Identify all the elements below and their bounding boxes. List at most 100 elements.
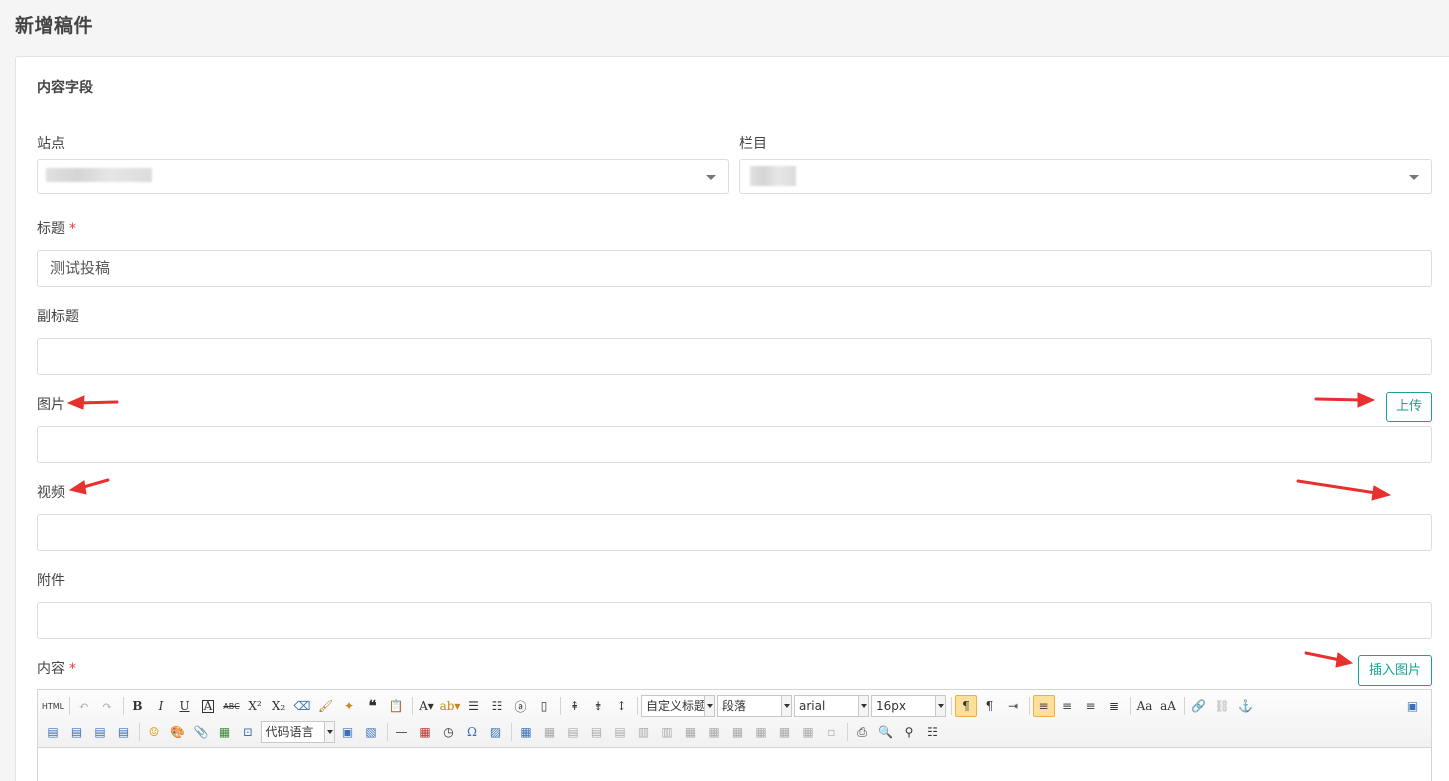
image-input[interactable] — [37, 426, 1432, 463]
line-height-icon[interactable]: ↕ — [611, 695, 633, 717]
clear-doc-icon[interactable]: ▯ — [533, 695, 555, 717]
image-none-icon[interactable]: ▤ — [42, 721, 64, 743]
indent-icon[interactable]: ⇥ — [1002, 695, 1024, 717]
rich-text-editor[interactable]: HTML ↶ ↷ B I U A ABC X² X₂ ⌫ 🖌 ✦ ❝ 📋 A▾ … — [37, 689, 1432, 781]
rtl-direction-icon[interactable]: ¶ — [979, 695, 1001, 717]
select-all-icon[interactable]: ⓐ — [510, 695, 532, 717]
subtitle-input[interactable] — [37, 338, 1432, 375]
chevron-down-icon — [323, 722, 334, 742]
video-label: 视频 — [37, 485, 65, 501]
background-color-icon[interactable]: ab▾ — [439, 695, 461, 717]
chevron-down-icon — [1409, 175, 1419, 180]
row-spacing-top-icon[interactable]: ⇞ — [564, 695, 586, 717]
site-select[interactable] — [37, 159, 729, 194]
template-icon[interactable]: ▣ — [337, 721, 359, 743]
title-input[interactable]: 测试投稿 — [37, 250, 1432, 287]
bold-icon[interactable]: B — [127, 695, 149, 717]
subscript-icon[interactable]: X₂ — [268, 695, 290, 717]
custom-heading-select[interactable]: 自定义标题 — [641, 695, 715, 717]
merge-cells-icon[interactable]: ▦ — [680, 721, 702, 743]
upload-button[interactable]: 上传 — [1386, 392, 1432, 422]
align-justify-icon[interactable]: ≣ — [1103, 695, 1125, 717]
superscript-icon[interactable]: X² — [244, 695, 266, 717]
insert-row-icon[interactable]: ▤ — [586, 721, 608, 743]
toolbar-separator — [122, 697, 124, 715]
delete-row-icon[interactable]: ▤ — [609, 721, 631, 743]
special-char-icon[interactable]: Ω — [461, 721, 483, 743]
image-right-icon[interactable]: ▤ — [89, 721, 111, 743]
format-brush-icon[interactable]: 🖌 — [315, 695, 337, 717]
chart-icon[interactable]: ▫ — [821, 721, 843, 743]
insert-paragraph-before-table-icon[interactable]: ▤ — [562, 721, 584, 743]
merge-down-icon[interactable]: ▦ — [727, 721, 749, 743]
font-family-select[interactable]: arial — [794, 695, 869, 717]
font-border-icon[interactable]: A — [197, 695, 219, 717]
ordered-list-icon[interactable]: ☰ — [463, 695, 485, 717]
title-label: 标题 * — [37, 218, 76, 238]
align-left-icon[interactable]: ≡ — [1032, 695, 1055, 717]
font-size-select[interactable]: 16px — [871, 695, 946, 717]
attachment-input[interactable] — [37, 602, 1432, 639]
toolbar-separator — [951, 697, 952, 715]
anchor-icon[interactable]: ⚓ — [1235, 695, 1257, 717]
insert-image-button[interactable]: 插入图片 — [1358, 655, 1432, 686]
split-cells-icon[interactable]: ▦ — [750, 721, 772, 743]
image-left-icon[interactable]: ▤ — [66, 721, 88, 743]
column-label: 栏目 — [739, 136, 767, 152]
content-label-text: 内容 — [37, 661, 65, 677]
image-center-icon[interactable]: ▤ — [113, 721, 135, 743]
preview-icon[interactable]: 🔍 — [875, 721, 897, 743]
eraser-icon[interactable]: ⌫ — [291, 695, 313, 717]
merge-right-icon[interactable]: ▦ — [703, 721, 725, 743]
background-icon[interactable]: ▧ — [360, 721, 382, 743]
emotion-icon[interactable]: ☺ — [143, 721, 165, 743]
toolbar-separator — [411, 697, 413, 715]
attachment-icon[interactable]: 📎 — [190, 721, 212, 743]
insert-image-icon[interactable]: ▦ — [214, 721, 236, 743]
undo-icon[interactable]: ↶ — [73, 695, 95, 717]
auto-format-icon[interactable]: ✦ — [338, 695, 360, 717]
split-cols-icon[interactable]: ▦ — [797, 721, 819, 743]
uppercase-icon[interactable]: Aa — [1134, 695, 1156, 717]
blockquote-icon[interactable]: ❝ — [362, 695, 384, 717]
font-family-value: arial — [799, 699, 826, 713]
strikethrough-icon[interactable]: ABC — [221, 695, 243, 717]
ltr-direction-icon[interactable]: ¶ — [955, 695, 977, 717]
insert-table-icon[interactable]: ▦ — [515, 721, 537, 743]
paragraph-select[interactable]: 段落 — [717, 695, 792, 717]
font-color-icon[interactable]: A▾ — [416, 695, 438, 717]
time-icon[interactable]: ◷ — [438, 721, 460, 743]
link-icon[interactable]: 🔗 — [1188, 695, 1210, 717]
paste-plain-icon[interactable]: 📋 — [385, 695, 407, 717]
code-language-select[interactable]: 代码语言 — [260, 721, 335, 743]
insert-col-icon[interactable]: ▥ — [633, 721, 655, 743]
snapscreen-icon[interactable]: ▨ — [485, 721, 507, 743]
chevron-down-icon — [706, 175, 716, 180]
delete-table-icon[interactable]: ▦ — [539, 721, 561, 743]
underline-icon[interactable]: U — [174, 695, 196, 717]
unordered-list-icon[interactable]: ☷ — [486, 695, 508, 717]
split-rows-icon[interactable]: ▦ — [774, 721, 796, 743]
drafts-icon[interactable]: ☷ — [922, 721, 944, 743]
search-replace-icon[interactable]: ⚲ — [898, 721, 920, 743]
code-language-value: 代码语言 — [265, 725, 314, 739]
html-source-icon[interactable]: HTML — [42, 695, 64, 717]
chevron-down-icon — [935, 696, 945, 716]
delete-col-icon[interactable]: ▥ — [656, 721, 678, 743]
redo-icon[interactable]: ↷ — [96, 695, 118, 717]
align-right-icon[interactable]: ≡ — [1080, 695, 1102, 717]
align-center-icon[interactable]: ≡ — [1056, 695, 1078, 717]
date-icon[interactable]: ▦ — [414, 721, 436, 743]
column-select[interactable] — [739, 159, 1432, 194]
video-input[interactable] — [37, 514, 1432, 551]
horizontal-rule-icon[interactable]: — — [391, 721, 413, 743]
row-spacing-bottom-icon[interactable]: ⇟ — [587, 695, 609, 717]
scrawl-icon[interactable]: 🎨 — [167, 721, 189, 743]
print-icon[interactable]: ⎙ — [851, 721, 873, 743]
unlink-icon[interactable]: ⛓ — [1211, 695, 1233, 717]
toolbar-separator — [68, 697, 70, 715]
insert-code-icon[interactable]: ⊡ — [237, 721, 259, 743]
lowercase-icon[interactable]: aA — [1157, 695, 1179, 717]
italic-icon[interactable]: I — [150, 695, 172, 717]
fullscreen-icon[interactable]: ▣ — [1402, 695, 1424, 717]
